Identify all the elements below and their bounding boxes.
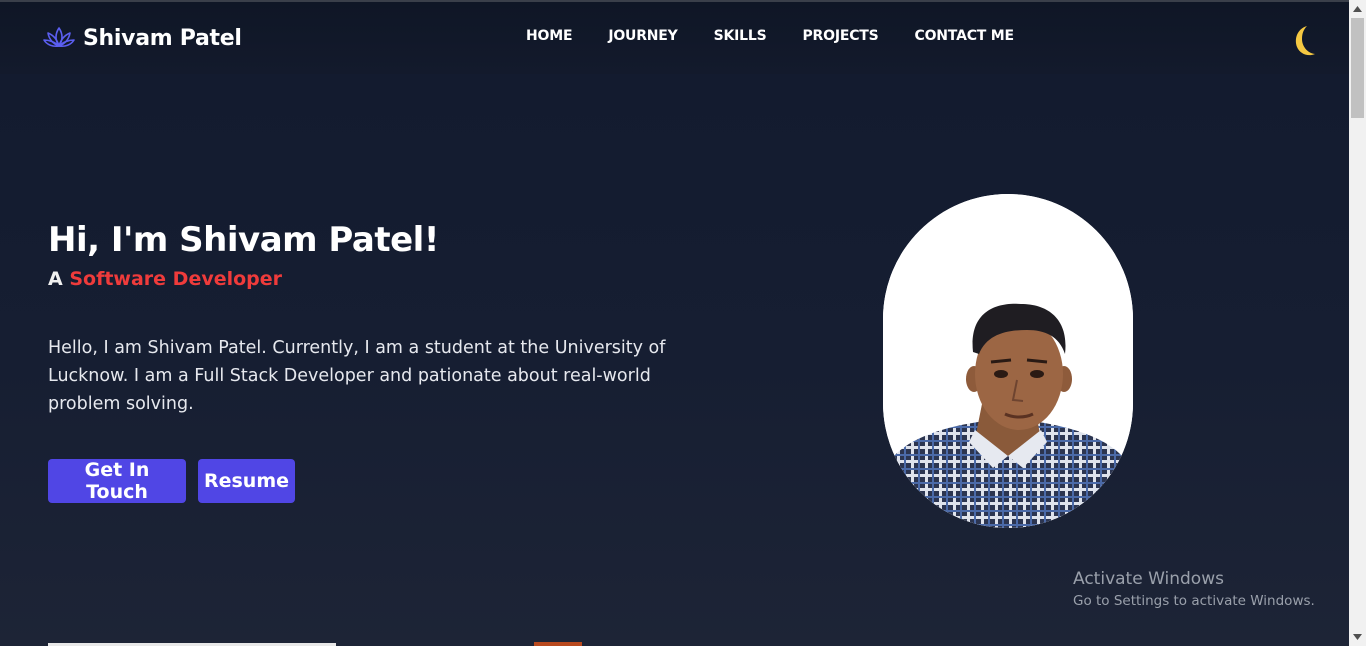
nav-link-contact[interactable]: CONTACT ME (915, 28, 1015, 44)
watermark-title: Activate Windows (1073, 569, 1224, 589)
windows-activation-watermark: Activate Windows Go to Settings to activ… (1073, 568, 1315, 611)
theme-toggle[interactable] (1293, 24, 1317, 58)
subtitle-prefix: A (48, 268, 63, 290)
portfolio-page: Shivam Patel HOME JOURNEY SKILLS PROJECT… (0, 2, 1349, 646)
hero-title: Hi, I'm Shivam Patel! (48, 220, 439, 260)
nav-link-home[interactable]: HOME (526, 28, 573, 44)
scroll-up-arrow-icon[interactable] (1349, 2, 1366, 16)
brand-name: Shivam Patel (83, 25, 242, 51)
get-in-touch-button[interactable]: Get In Touch (48, 459, 186, 503)
lotus-icon (43, 24, 75, 52)
moon-icon (1293, 26, 1317, 62)
profile-photo (883, 194, 1133, 528)
nav-link-journey[interactable]: JOURNEY (608, 28, 677, 44)
brand[interactable]: Shivam Patel (43, 22, 242, 54)
nav-link-skills[interactable]: SKILLS (714, 28, 767, 44)
scrollbar-thumb[interactable] (1351, 18, 1364, 118)
role-text: Software Developer (69, 268, 283, 290)
hero-description: Hello, I am Shivam Patel. Currently, I a… (48, 338, 666, 414)
nav-link-projects[interactable]: PROJECTS (802, 28, 878, 44)
vertical-scrollbar[interactable] (1349, 0, 1366, 646)
nav-links: HOME JOURNEY SKILLS PROJECTS CONTACT ME (526, 28, 1050, 44)
watermark-subtitle: Go to Settings to activate Windows. (1073, 593, 1315, 609)
resume-button[interactable]: Resume (198, 459, 295, 503)
hero-subtitle: A Software Developer (48, 268, 282, 290)
next-section-accent (534, 642, 582, 646)
navbar: Shivam Patel HOME JOURNEY SKILLS PROJECT… (0, 2, 1349, 74)
scroll-down-arrow-icon[interactable] (1349, 630, 1366, 644)
